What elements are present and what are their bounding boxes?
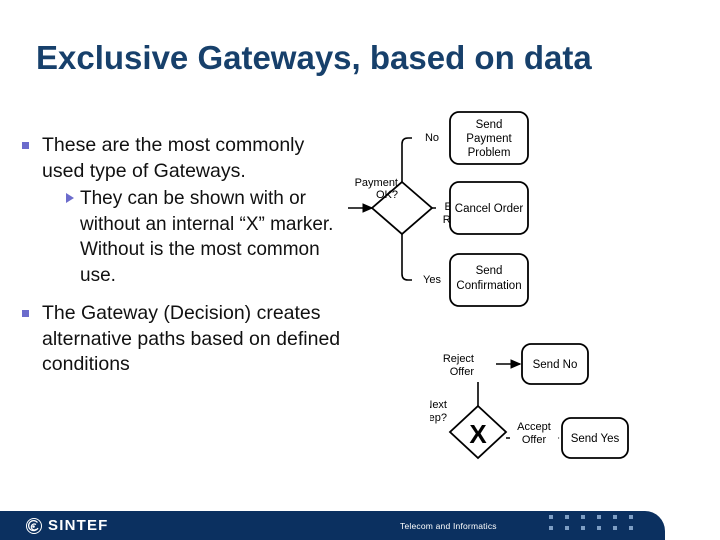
bullet-list: These are the most commonly used type of… [14, 133, 344, 380]
bullet-item-3: The Gateway (Decision) creates alternati… [14, 301, 344, 378]
diagram-offer-gateway: Reject Offer Send No X Next Step? Accept… [430, 330, 660, 475]
offer-gateway-label-line1: Next [430, 399, 447, 411]
bullet-spacer [14, 288, 344, 301]
square-bullet-icon [22, 310, 29, 317]
footer-dot [549, 525, 553, 530]
bullet-item-1: These are the most commonly used type of… [14, 133, 344, 184]
offer-branch1-condition-line1: Reject [443, 353, 474, 365]
page-title: Exclusive Gateways, based on data [36, 39, 592, 76]
gateway-label-line2: OK? [376, 189, 398, 201]
offer-branch1-condition-line2: Offer [450, 366, 475, 378]
branch1-condition: No [425, 132, 439, 144]
square-bullet-icon [22, 142, 29, 149]
footer-department-label: Telecom and Informatics [400, 521, 497, 531]
branch1-task-line1: Send [476, 119, 503, 131]
footer-dot [581, 525, 585, 530]
offer-branch2-condition-line2: Offer [522, 434, 547, 446]
footer-dot [581, 515, 585, 519]
offer-branch1-task: Send No [533, 359, 578, 371]
footer-dot [629, 515, 633, 519]
slide: Exclusive Gateways, based on data These … [0, 0, 720, 540]
offer-branch2-task: Send Yes [571, 433, 620, 445]
bullet-item-2-text: They can be shown with or without an int… [80, 188, 334, 286]
footer-dot [549, 515, 553, 519]
sintef-wordmark: SINTEF [48, 517, 109, 534]
offer-branch2-condition-line1: Accept [517, 421, 551, 433]
branch2-task: Cancel Order [455, 203, 524, 215]
triangle-bullet-icon [66, 193, 74, 203]
diagram-payment-gateway: Payment OK? No Send Payment Problem No, … [340, 108, 586, 320]
footer-dot [613, 515, 617, 519]
branch3-task-line1: Send [476, 265, 503, 277]
gateway-x-marker-icon: X [469, 419, 487, 449]
bullet-item-3-text: The Gateway (Decision) creates alternati… [42, 302, 341, 375]
branch3-task-line2: Confirmation [456, 280, 521, 292]
footer-dot [597, 525, 601, 530]
offer-gateway-label-line2: Step? [430, 412, 447, 424]
branch1-task-line3: Problem [468, 147, 511, 159]
bullet-item-2: They can be shown with or without an int… [14, 186, 344, 288]
footer-dot-grid [549, 515, 645, 536]
branch3-condition: Yes [423, 274, 441, 286]
sintef-swirl-icon [26, 518, 42, 534]
gateway-label-line1: Payment [355, 177, 398, 189]
footer-dot [565, 525, 569, 530]
sintef-logo: SINTEF [26, 517, 109, 535]
footer-dot [597, 515, 601, 519]
bullet-item-1-text: These are the most commonly used type of… [42, 134, 305, 182]
branch1-task-line2: Payment [466, 133, 512, 145]
footer-dot [565, 515, 569, 519]
footer-dot [629, 525, 633, 530]
footer-dot [613, 525, 617, 530]
